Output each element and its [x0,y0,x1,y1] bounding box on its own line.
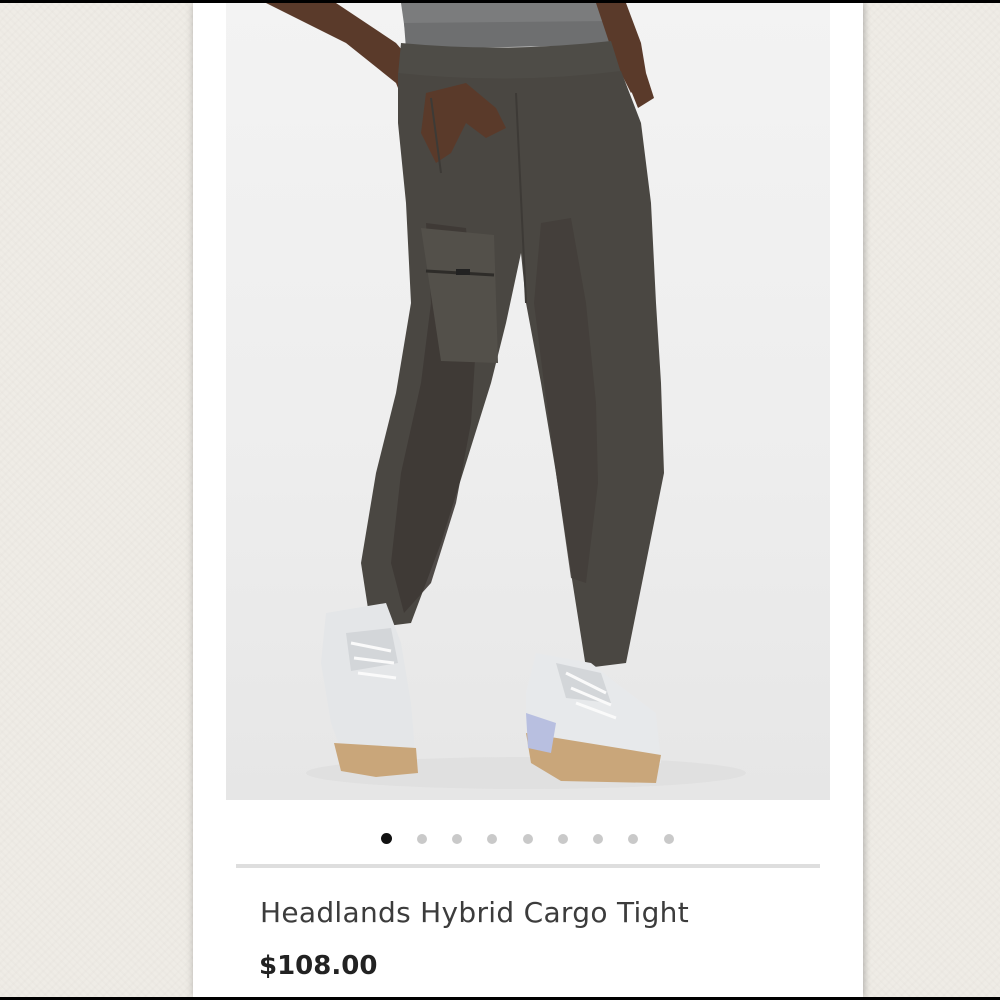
product-image[interactable] [226,3,830,800]
product-card: Headlands Hybrid Cargo Tight $108.00 [193,3,863,997]
carousel-dot[interactable] [417,834,427,844]
carousel-dot[interactable] [664,834,674,844]
product-price: $108.00 [259,951,378,981]
leggings-illustration [266,3,746,789]
carousel-dot[interactable] [558,834,568,844]
carousel-dot[interactable] [487,834,497,844]
carousel-dot[interactable] [593,834,603,844]
carousel-indicator [193,832,863,846]
carousel-dot[interactable] [628,834,638,844]
product-title[interactable]: Headlands Hybrid Cargo Tight [260,896,689,929]
divider [236,864,820,868]
carousel-dot-active[interactable] [381,833,392,844]
carousel-dot[interactable] [523,834,533,844]
carousel-dot[interactable] [452,834,462,844]
